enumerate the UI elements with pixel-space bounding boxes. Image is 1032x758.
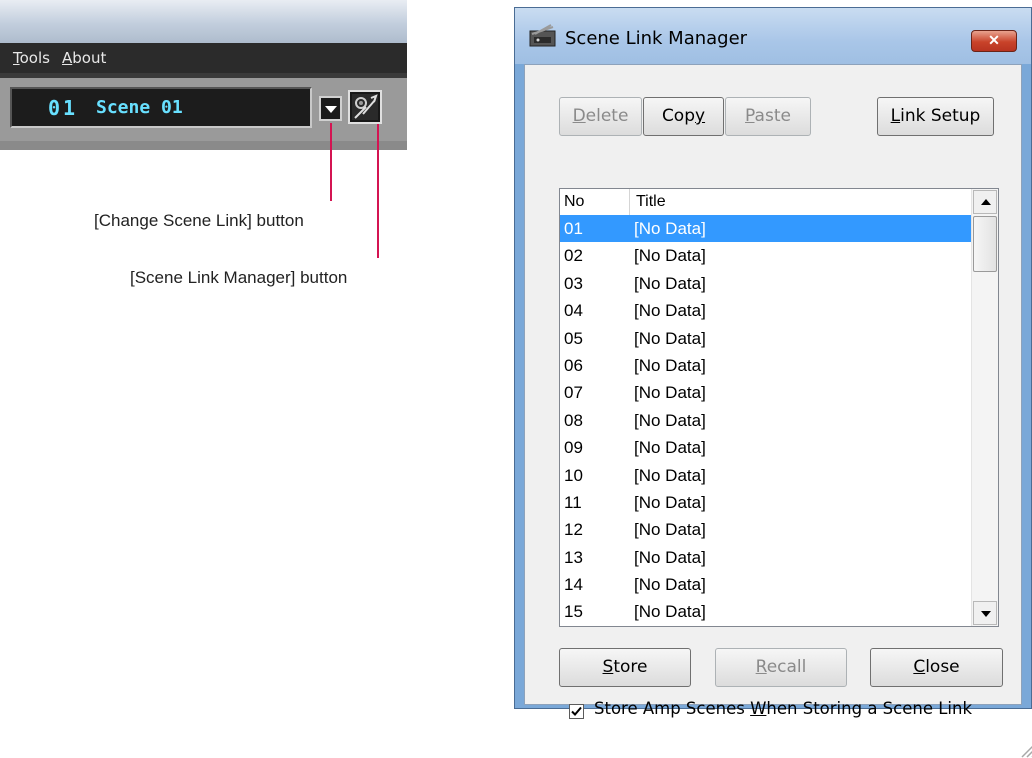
list-row[interactable]: 07 [No Data]	[560, 379, 974, 406]
menu-bar: Tools About	[0, 43, 407, 73]
list-row[interactable]: 05 [No Data]	[560, 325, 974, 352]
row-number: 11	[564, 492, 582, 512]
recall-button[interactable]: Recall	[715, 648, 847, 687]
row-title: [No Data]	[634, 301, 706, 321]
row-title: [No Data]	[634, 383, 706, 403]
list-row[interactable]: 06 [No Data]	[560, 352, 974, 379]
row-title: [No Data]	[634, 575, 706, 595]
checkmark-icon	[571, 706, 582, 716]
scroll-down-button[interactable]	[973, 601, 997, 625]
list-rows: 01 [No Data] 02 [No Data] 03 [No Data] 04 [No D…	[560, 215, 974, 626]
store-amp-scenes-checkbox[interactable]	[569, 704, 584, 719]
close-button[interactable]: Close	[870, 648, 1003, 687]
list-row[interactable]: 12 [No Data]	[560, 516, 974, 543]
scene-link-list[interactable]: No Title 01 [No Data] 02 [No Data] 03 [No Dat…	[559, 188, 999, 627]
row-number: 05	[564, 328, 583, 348]
toolbar-bottom-edge	[0, 141, 407, 150]
scene-display: 01 Scene 01	[10, 87, 312, 128]
row-number: 12	[564, 520, 583, 540]
resize-grip-icon[interactable]	[1017, 740, 1032, 758]
row-title: [No Data]	[634, 328, 706, 348]
row-title: [No Data]	[634, 438, 706, 458]
row-title: [No Data]	[634, 547, 706, 567]
list-row[interactable]: 03 [No Data]	[560, 270, 974, 297]
scroll-thumb[interactable]	[973, 216, 997, 272]
list-row[interactable]: 15 [No Data]	[560, 598, 974, 625]
list-row[interactable]: 11 [No Data]	[560, 489, 974, 516]
row-number: 04	[564, 301, 583, 321]
vertical-scrollbar[interactable]	[971, 189, 998, 626]
chevron-down-icon	[325, 106, 337, 113]
row-title: [No Data]	[634, 465, 706, 485]
close-icon: ✕	[988, 32, 1000, 48]
arrow-down-icon	[981, 611, 991, 617]
row-number: 03	[564, 273, 583, 293]
callout-scene-link-manager: [Scene Link Manager] button	[130, 268, 348, 287]
row-number: 07	[564, 383, 583, 403]
scene-link-manager-dialog: Scene Link Manager ✕ Delete Copy Paste L…	[514, 7, 1032, 758]
list-row[interactable]: 14 [No Data]	[560, 571, 974, 598]
row-number: 06	[564, 355, 583, 375]
row-number: 15	[564, 602, 583, 622]
link-manager-icon	[352, 94, 378, 120]
change-scene-link-button[interactable]	[319, 96, 342, 121]
list-row[interactable]: 02 [No Data]	[560, 242, 974, 269]
app-icon	[529, 24, 556, 47]
link-setup-button[interactable]: Link Setup	[877, 97, 994, 136]
row-number: 09	[564, 438, 583, 458]
column-header-title[interactable]: Title	[636, 189, 666, 215]
scene-link-manager-button[interactable]	[348, 90, 382, 124]
row-number: 14	[564, 575, 583, 595]
row-title: [No Data]	[634, 602, 706, 622]
callout-line-manager	[377, 124, 379, 258]
scene-name: Scene 01	[96, 97, 183, 118]
row-title: [No Data]	[634, 246, 706, 266]
list-header: No Title	[560, 189, 974, 216]
store-button[interactable]: Store	[559, 648, 691, 687]
dialog-title: Scene Link Manager	[565, 28, 748, 49]
arrow-up-icon	[981, 199, 991, 205]
callout-change-scene-link: [Change Scene Link] button	[94, 211, 304, 230]
column-divider[interactable]	[629, 189, 630, 215]
scroll-up-button[interactable]	[973, 190, 997, 214]
dialog-close-button[interactable]: ✕	[971, 30, 1017, 52]
scene-number: 01	[48, 96, 79, 120]
row-title: [No Data]	[634, 520, 706, 540]
row-title: [No Data]	[634, 219, 706, 238]
dialog-client-area: Delete Copy Paste Link Setup No Title 01…	[524, 64, 1032, 758]
row-number: 13	[564, 547, 583, 567]
row-number: 10	[564, 465, 583, 485]
menu-about[interactable]: About	[62, 43, 106, 73]
list-row[interactable]: 09 [No Data]	[560, 434, 974, 461]
list-row[interactable]: 10 [No Data]	[560, 462, 974, 489]
app-title-area	[0, 0, 407, 43]
row-number: 01	[564, 219, 583, 238]
dialog-titlebar[interactable]: Scene Link Manager ✕	[515, 8, 1031, 64]
delete-button[interactable]: Delete	[559, 97, 642, 136]
row-title: [No Data]	[634, 492, 706, 512]
row-number: 02	[564, 246, 583, 266]
app-window-fragment: Tools About 01 Scene 01	[0, 0, 407, 150]
list-row[interactable]: 01 [No Data]	[560, 215, 974, 243]
callout-line-change-link	[330, 123, 332, 201]
row-title: [No Data]	[634, 355, 706, 375]
row-title: [No Data]	[634, 410, 706, 430]
list-row[interactable]: 08 [No Data]	[560, 407, 974, 434]
column-header-no[interactable]: No	[564, 189, 584, 215]
list-row[interactable]: 04 [No Data]	[560, 297, 974, 324]
row-number: 08	[564, 410, 583, 430]
list-row[interactable]: 13 [No Data]	[560, 544, 974, 571]
paste-button[interactable]: Paste	[725, 97, 811, 136]
menu-tools[interactable]: Tools	[13, 43, 50, 73]
copy-button[interactable]: Copy	[643, 97, 724, 136]
row-title: [No Data]	[634, 273, 706, 293]
